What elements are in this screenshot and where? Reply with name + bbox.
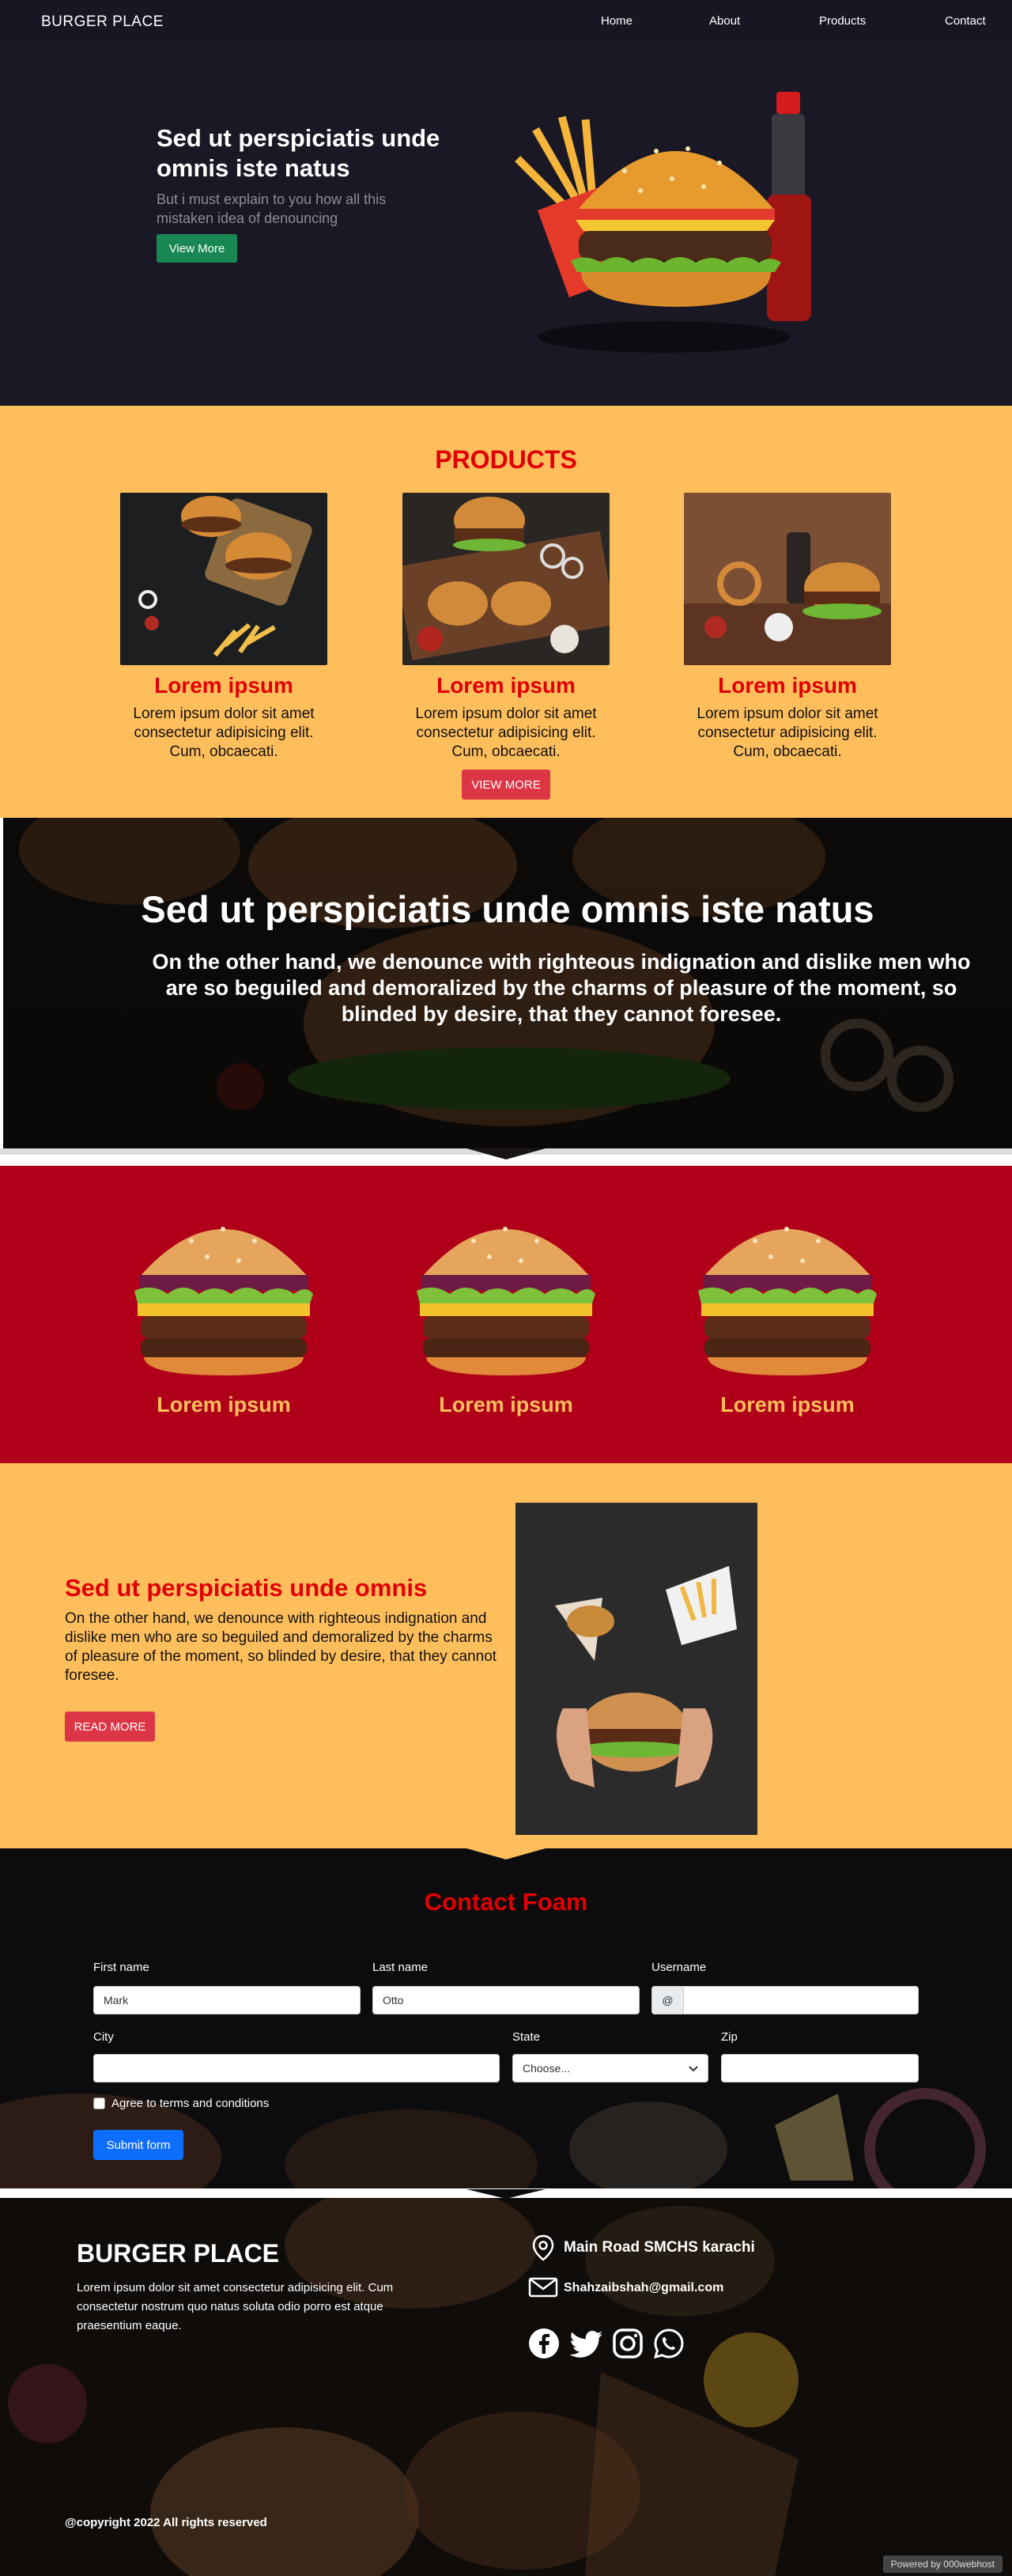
zip-input[interactable] bbox=[721, 2054, 919, 2082]
about-section: Sed ut perspiciatis unde omnis On the ot… bbox=[0, 1463, 1012, 1848]
instagram-icon[interactable] bbox=[612, 2328, 644, 2363]
state-select[interactable]: Choose... bbox=[512, 2054, 708, 2082]
product-card: Lorem ipsum Lorem ipsum dolor sit amet c… bbox=[120, 493, 327, 762]
nav-link-products[interactable]: Products bbox=[819, 14, 866, 28]
product-card: Lorem ipsum Lorem ipsum dolor sit amet c… bbox=[684, 493, 891, 762]
burger-image bbox=[134, 1227, 313, 1375]
product-image bbox=[120, 493, 327, 665]
banner-text: On the other hand, we denounce with righ… bbox=[152, 950, 971, 1026]
footer: BURGER PLACE Lorem ipsum dolor sit amet … bbox=[0, 2198, 1012, 2576]
product-text: Lorem ipsum dolor sit amet consectetur a… bbox=[133, 705, 315, 760]
footer-email[interactable]: Shahzaibshah@gmail.com bbox=[564, 2281, 723, 2295]
banner-section: Sed ut perspiciatis unde omnis iste natu… bbox=[3, 818, 1012, 1148]
burger-image bbox=[417, 1227, 595, 1375]
burger-title: Lorem ipsum bbox=[720, 1393, 855, 1417]
view-more-products-button[interactable]: VIEW MORE bbox=[462, 770, 550, 800]
contact-heading: Contact Foam bbox=[424, 1888, 588, 1916]
brand-logo[interactable]: BURGER PLACE bbox=[41, 13, 164, 31]
twitter-icon[interactable] bbox=[569, 2328, 602, 2363]
read-more-button[interactable]: READ MORE bbox=[65, 1712, 155, 1742]
burgers-section: Lorem ipsum Lorem ipsum Lorem ipsum bbox=[0, 1166, 1012, 1463]
burger-image bbox=[698, 1227, 877, 1375]
burger-card: Lorem ipsum bbox=[684, 1197, 891, 1417]
product-card: Lorem ipsum Lorem ipsum dolor sit amet c… bbox=[402, 493, 610, 762]
product-image bbox=[684, 493, 891, 665]
username-label: Username bbox=[651, 1961, 707, 1974]
about-image bbox=[515, 1503, 757, 1835]
banner-title: Sed ut perspiciatis unde omnis iste natu… bbox=[141, 888, 874, 930]
navbar: BURGER PLACE Home About Products Contact bbox=[0, 0, 1012, 44]
username-prefix: @ bbox=[652, 1987, 684, 2014]
product-title: Lorem ipsum bbox=[154, 673, 293, 698]
nav-link-home[interactable]: Home bbox=[601, 14, 632, 28]
product-text: Lorem ipsum dolor sit amet consectetur a… bbox=[697, 705, 878, 760]
hero-burger-image bbox=[515, 92, 811, 353]
state-select-value: Choose... bbox=[523, 2062, 570, 2075]
username-input[interactable]: @ bbox=[651, 1986, 919, 2014]
first-name-input[interactable]: Mark bbox=[93, 1986, 361, 2014]
city-label: City bbox=[93, 2030, 114, 2044]
footer-address: Main Road SMCHS karachi bbox=[564, 2239, 755, 2256]
social-links bbox=[528, 2328, 685, 2363]
contact-section: Contact Foam First name Mark Last name O… bbox=[0, 1848, 1012, 2188]
whatsapp-icon[interactable] bbox=[653, 2328, 685, 2363]
about-title: Sed ut perspiciatis unde omnis bbox=[65, 1574, 428, 1602]
first-name-label: First name bbox=[93, 1961, 149, 1974]
terms-row: Agree to terms and conditions bbox=[93, 2097, 269, 2110]
hero-title: Sed ut perspiciatis unde omnis iste natu… bbox=[157, 124, 440, 182]
state-label: State bbox=[512, 2030, 541, 2044]
burger-title: Lorem ipsum bbox=[157, 1393, 291, 1417]
section-divider bbox=[0, 2188, 1012, 2199]
terms-checkbox[interactable] bbox=[93, 2097, 105, 2109]
terms-label: Agree to terms and conditions bbox=[111, 2097, 270, 2110]
footer-copyright: @copyright 2022 All rights reserved bbox=[65, 2516, 267, 2529]
product-title: Lorem ipsum bbox=[718, 673, 857, 698]
facebook-icon[interactable] bbox=[528, 2328, 560, 2363]
about-text: On the other hand, we denounce with righ… bbox=[65, 1610, 497, 1684]
nav-link-about[interactable]: About bbox=[709, 14, 740, 28]
location-icon bbox=[531, 2234, 555, 2265]
footer-brand: BURGER PLACE bbox=[77, 2239, 280, 2268]
hero-subtitle: But i must explain to you how all this m… bbox=[157, 191, 387, 226]
section-top-notch bbox=[466, 1848, 546, 1859]
footer-description: Lorem ipsum dolor sit amet consectetur a… bbox=[77, 2281, 394, 2332]
product-image bbox=[402, 493, 610, 665]
burger-card: Lorem ipsum bbox=[402, 1197, 610, 1417]
city-input[interactable] bbox=[93, 2054, 500, 2082]
last-name-label: Last name bbox=[372, 1961, 429, 1974]
last-name-input[interactable]: Otto bbox=[372, 1986, 640, 2014]
products-heading: PRODUCTS bbox=[435, 445, 577, 474]
nav-link-contact[interactable]: Contact bbox=[945, 14, 986, 28]
view-more-button[interactable]: View More bbox=[157, 234, 237, 263]
zip-label: Zip bbox=[721, 2030, 738, 2044]
product-text: Lorem ipsum dolor sit amet consectetur a… bbox=[415, 705, 597, 760]
submit-form-button[interactable]: Submit form bbox=[93, 2130, 183, 2160]
burger-card: Lorem ipsum bbox=[120, 1197, 327, 1417]
product-title: Lorem ipsum bbox=[436, 673, 576, 698]
products-section: PRODUCTS Lorem ipsum Lorem ipsum dolor s… bbox=[0, 406, 1012, 818]
chevron-down-icon bbox=[689, 2062, 698, 2075]
email-icon bbox=[528, 2277, 558, 2302]
section-divider bbox=[0, 1148, 1012, 1166]
powered-by-badge[interactable]: Powered by 000webhost bbox=[882, 2555, 1003, 2573]
hero-section: Sed ut perspiciatis unde omnis iste natu… bbox=[0, 44, 1012, 406]
burger-title: Lorem ipsum bbox=[439, 1393, 573, 1417]
